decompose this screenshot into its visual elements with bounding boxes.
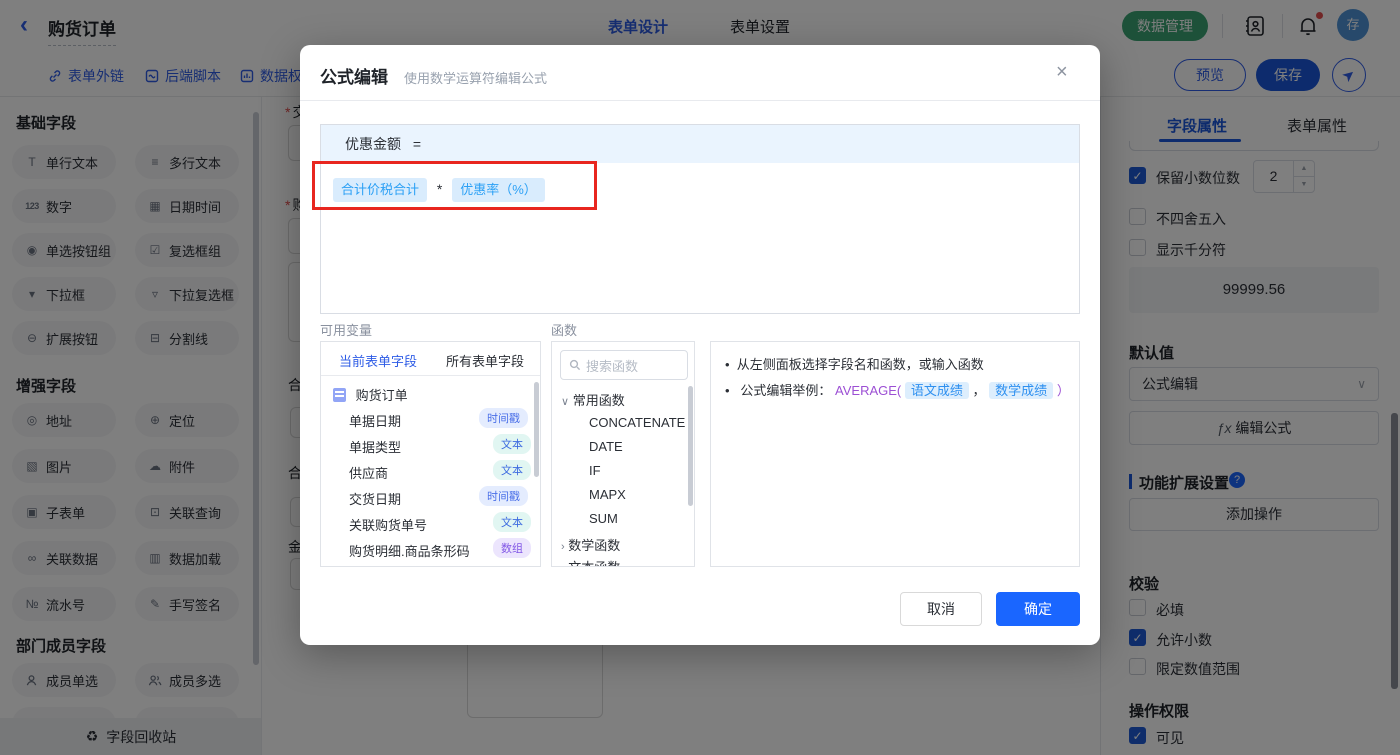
type-badge: 文本 [493, 512, 531, 532]
help-panel: • 从左侧面板选择字段名和函数，或输入函数 • 公式编辑举例： AVERAGE(… [710, 341, 1080, 567]
variable-item[interactable]: 供应商 [349, 463, 388, 482]
form-doc-icon [333, 388, 346, 402]
function-item[interactable]: IF [589, 463, 601, 478]
variable-item[interactable]: 交货日期 [349, 489, 401, 508]
function-group-common[interactable]: ∨ 常用函数 [561, 390, 625, 409]
variables-tabs: 当前表单字段 所有表单字段 [321, 342, 540, 376]
type-badge: 时间戳 [479, 408, 528, 428]
function-item[interactable]: MAPX [589, 487, 626, 502]
cancel-button[interactable]: 取消 [900, 592, 982, 626]
variables-label: 可用变量 [320, 323, 373, 338]
example-field-chip: 语文成绩 [904, 382, 969, 399]
functions-label: 函数 [551, 323, 578, 338]
search-placeholder: 搜索函数 [586, 358, 639, 374]
chevron-collapsed-icon: › [561, 563, 565, 566]
help-tip-2: • 公式编辑举例： AVERAGE( 语文成绩 ， 数学成绩 ） [725, 382, 1070, 399]
tab-all-form-fields[interactable]: 所有表单字段 [446, 351, 524, 370]
variable-item[interactable]: 关联购货单号 [349, 515, 427, 534]
functions-scrollbar[interactable] [688, 386, 693, 506]
average-function-text: AVERAGE( [835, 383, 902, 398]
type-badge: 文本 [493, 460, 531, 480]
variables-panel: 当前表单字段 所有表单字段 购货订单 单据日期 时间戳 单据类型 文本 供应商 … [320, 341, 541, 567]
confirm-button[interactable]: 确定 [996, 592, 1080, 626]
type-badge: 数组 [493, 538, 531, 558]
formula-editor[interactable]: 优惠金额 = 合计价税合计 * 优惠率（%） [320, 124, 1080, 314]
variable-item[interactable]: 单据类型 [349, 437, 401, 456]
function-search-input[interactable]: 搜索函数 [560, 350, 688, 380]
help-tip-1: • 从左侧面板选择字段名和函数，或输入函数 [725, 357, 984, 372]
close-icon[interactable]: × [1056, 61, 1068, 84]
function-group-math[interactable]: › 数学函数 [561, 535, 620, 554]
type-badge: 文本 [493, 434, 531, 454]
variable-tree-root[interactable]: 购货订单 [333, 385, 408, 404]
modal-title: 公式编辑 [320, 68, 388, 87]
divider [300, 100, 1100, 101]
function-item[interactable]: SUM [589, 511, 618, 526]
annotation-highlight-rect [312, 161, 597, 210]
modal-subtitle: 使用数学运算符编辑公式 [404, 71, 548, 86]
variable-item[interactable]: 购货明细.商品条形码 [349, 541, 470, 560]
example-field-chip: 数学成绩 [989, 382, 1054, 399]
search-icon [569, 359, 581, 371]
functions-panel: 搜索函数 ∨ 常用函数 CONCATENATE DATE IF MAPX SUM… [551, 341, 695, 567]
tab-current-form-fields[interactable]: 当前表单字段 [339, 351, 417, 370]
type-badge: 时间戳 [479, 486, 528, 506]
formula-target: 优惠金额 = [321, 125, 1079, 163]
chevron-collapsed-icon: › [561, 541, 565, 553]
function-item[interactable]: CONCATENATE [589, 415, 685, 430]
function-group-text[interactable]: › 文本函数 [561, 557, 620, 566]
chevron-expanded-icon: ∨ [561, 396, 570, 408]
formula-edit-modal: 公式编辑 使用数学运算符编辑公式 × 优惠金额 = 合计价税合计 * 优惠率（%… [300, 45, 1100, 645]
variables-scrollbar[interactable] [534, 382, 539, 477]
function-item[interactable]: DATE [589, 439, 623, 454]
variable-item[interactable]: 单据日期 [349, 411, 401, 430]
